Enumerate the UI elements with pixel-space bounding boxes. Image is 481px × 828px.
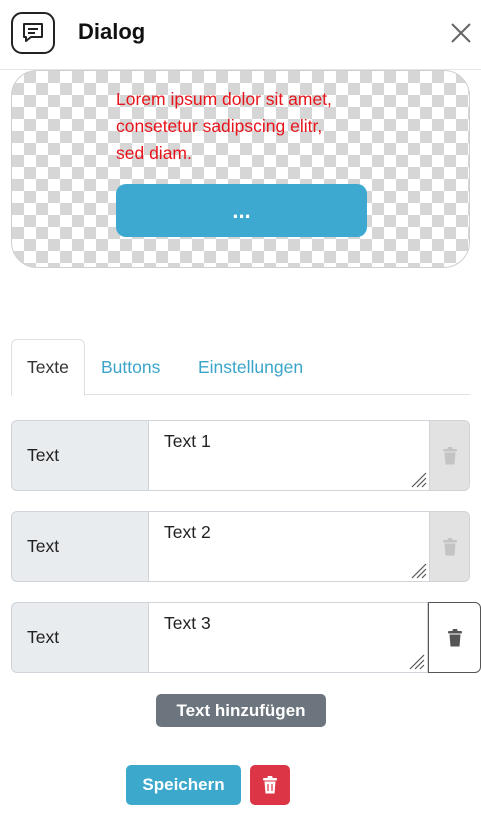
trash-icon bbox=[442, 446, 457, 464]
chat-message-icon bbox=[11, 12, 55, 54]
text-row-label: Text bbox=[11, 511, 149, 582]
dialog-preview: Lorem ipsum dolor sit amet, consetetur s… bbox=[11, 70, 470, 268]
tab-einstellungen[interactable]: Einstellungen bbox=[183, 339, 318, 395]
resize-grip-icon[interactable] bbox=[409, 561, 427, 579]
tab-bar: Texte Buttons Einstellungen bbox=[11, 339, 470, 396]
trash-icon bbox=[447, 628, 462, 646]
text-row-value: Text 2 bbox=[164, 522, 211, 542]
text-row-label: Text bbox=[11, 602, 149, 673]
add-text-button[interactable]: Text hinzufügen bbox=[156, 694, 326, 727]
save-button[interactable]: Speichern bbox=[126, 765, 241, 805]
close-button[interactable] bbox=[446, 18, 476, 48]
text-row: Text Text 1 bbox=[11, 420, 470, 491]
text-row-input[interactable]: Text 1 bbox=[148, 420, 430, 491]
row-delete-button[interactable] bbox=[430, 420, 470, 491]
preview-text: Lorem ipsum dolor sit amet, consetetur s… bbox=[116, 89, 332, 163]
text-row: Text Text 3 bbox=[11, 602, 481, 673]
dialog-header: Dialog bbox=[0, 0, 481, 70]
text-row-value: Text 1 bbox=[164, 431, 211, 451]
close-icon bbox=[451, 23, 471, 43]
resize-grip-icon[interactable] bbox=[407, 652, 425, 670]
dialog-title: Dialog bbox=[78, 19, 146, 44]
trash-icon bbox=[263, 776, 277, 794]
text-row-input[interactable]: Text 3 bbox=[148, 602, 428, 673]
tab-texte[interactable]: Texte bbox=[11, 339, 85, 396]
row-delete-button[interactable] bbox=[428, 602, 481, 673]
preview-button[interactable]: ... bbox=[116, 184, 367, 237]
text-row-label: Text bbox=[11, 420, 149, 491]
text-row-input[interactable]: Text 2 bbox=[148, 511, 430, 582]
delete-button[interactable] bbox=[250, 765, 290, 805]
text-row-value: Text 3 bbox=[164, 613, 211, 633]
tab-buttons[interactable]: Buttons bbox=[86, 339, 175, 395]
trash-icon bbox=[442, 537, 457, 555]
resize-grip-icon[interactable] bbox=[409, 470, 427, 488]
row-delete-button[interactable] bbox=[430, 511, 470, 582]
text-row: Text Text 2 bbox=[11, 511, 470, 582]
